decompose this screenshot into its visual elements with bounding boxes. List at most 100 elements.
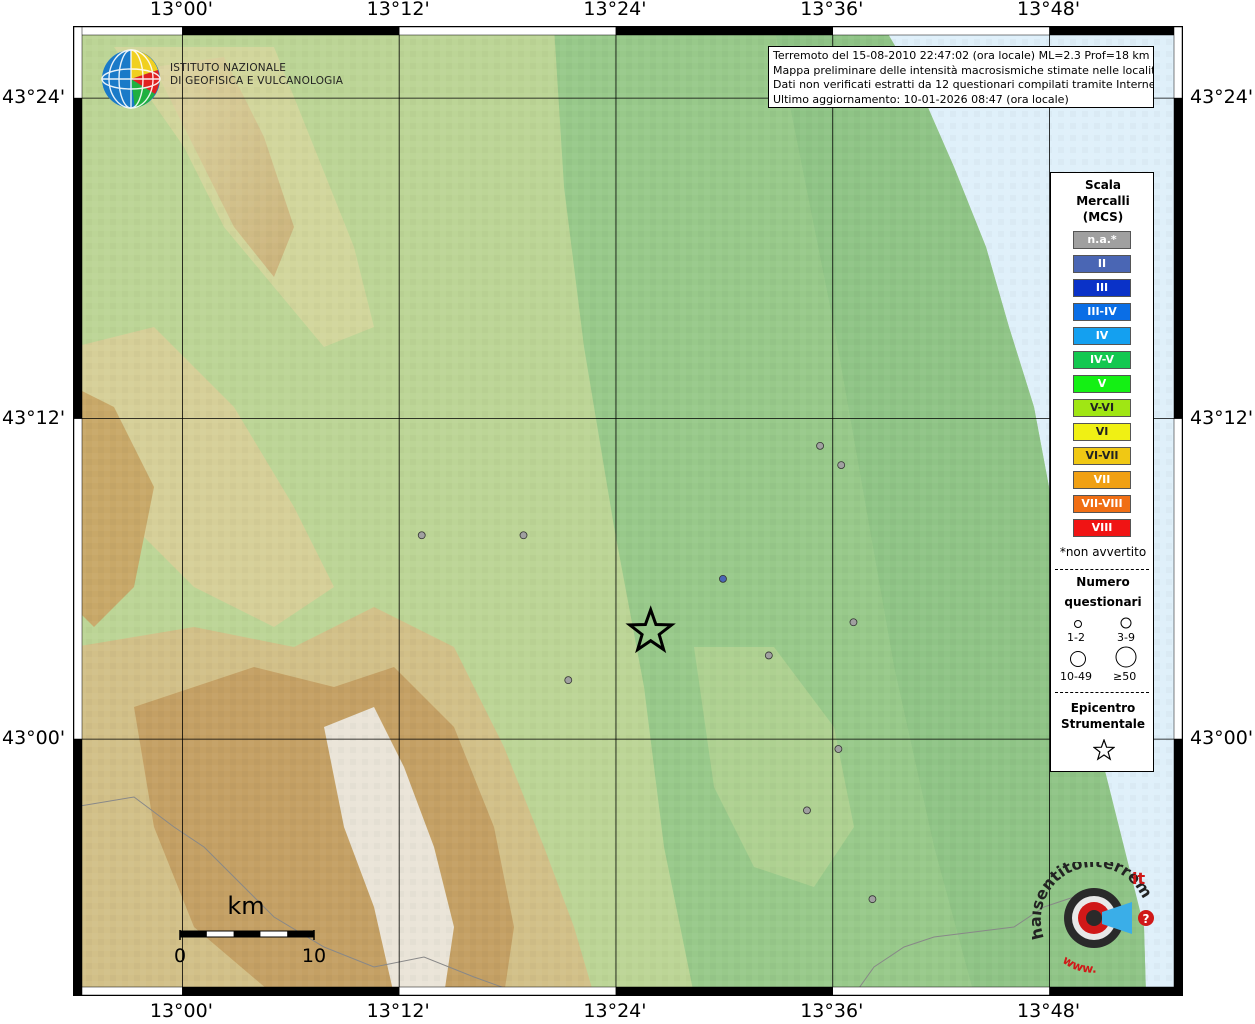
lat-label-right-2: 43°00' [1190,727,1254,750]
observation-point-0 [417,531,426,540]
haisentito-logo: ? haisentitoilterremoto. it www. [1032,862,1156,976]
not-felt-note: *non avvertito [1059,545,1147,559]
frame-bar-right-2 [1173,418,1182,740]
terrain-map[interactable] [74,27,1182,995]
lat-label-right-1: 43°12' [1190,406,1254,429]
legend-separator-1 [1055,569,1149,570]
lon-label-top-4: 13°48' [1016,0,1081,20]
event-info-line2: Mappa preliminare delle intensità macros… [773,63,1154,77]
frame-bar-top-5 [1049,27,1182,36]
legend-swatch-2: III [1073,279,1131,297]
legend-title-line2: Mercalli [1076,194,1130,208]
legend-title-line3: (MCS) [1082,210,1124,224]
logo-text-it: it [1132,869,1145,888]
frame-bar-top-4 [832,27,1050,36]
svg-text:www.: www. [1060,953,1097,976]
frame-bar-top-0 [74,27,183,36]
lat-label-right-0: 43°24' [1190,86,1254,109]
epicenter-title-line1: Epicentro [1070,701,1136,715]
legend-swatch-11: VII-VIII [1073,495,1131,513]
frame-bar-left-3 [74,738,83,995]
size-circle-3-9 [1120,617,1132,629]
lon-label-top-0: 13°00' [149,0,213,20]
event-info-line4: Ultimo aggiornamento: 10-01-2026 08:47 (… [773,92,1069,106]
frame-bar-right-1 [1173,97,1182,419]
count-title-line1: Numero [1076,575,1130,589]
frame-bar-right-0 [1173,27,1182,99]
lat-label-left-1: 43°12' [2,406,66,429]
observation-point-7 [564,676,573,685]
epicenter-title-line2: Strumentale [1060,717,1146,731]
lat-label-left-2: 43°00' [2,727,66,750]
observation-point-5 [837,461,846,469]
event-info-box: Terremoto del 15-08-2010 22:47:02 (ora l… [768,46,1154,108]
frame-bar-bottom-3 [615,986,834,995]
event-info-line1: Terremoto del 15-08-2010 22:47:02 (ora l… [773,49,1150,62]
size-circle-1-2 [1074,620,1082,628]
frame-bar-right-3 [1173,738,1182,995]
legend-swatch-10: VII [1073,471,1131,489]
terrain-texture [74,27,1182,995]
lon-label-bottom-1: 13°12' [366,1000,430,1022]
scale-start: 0 [174,945,186,967]
lon-label-bottom-3: 13°36' [800,1000,864,1022]
frame-bar-bottom-2 [398,986,617,995]
observation-point-1 [519,531,528,540]
ingv-name-line1: ISTITUTO NAZIONALE [170,62,287,74]
lon-label-top-3: 13°36' [800,0,864,20]
ingv-name: ISTITUTO NAZIONALE DI GEOFISICA E VULCAN… [170,62,343,88]
mcs-legend: Scala Mercalli (MCS) n.a.* II III III-IV IV I… [1050,172,1154,772]
frame-bar-bottom-4 [832,986,1050,995]
lon-label-bottom-2: 13°24' [583,1000,647,1022]
frame-bar-top-2 [398,27,617,36]
frame-bar-bottom-5 [1049,986,1182,995]
star-icon [1093,739,1115,761]
legend-swatch-12: VIII [1073,519,1131,537]
observation-point-8 [834,745,843,753]
frame-bar-bottom-0 [74,986,183,995]
ingv-name-line2: DI GEOFISICA E VULCANOLOGIA [170,75,344,87]
count-title-line2: questionari [1064,595,1142,609]
legend-separator-2 [1055,692,1149,693]
frame-bar-left-1 [74,97,83,419]
observation-point-2 [719,574,727,583]
legend-title-line1: Scala [1084,178,1122,192]
size-circle-10-49 [1070,651,1086,667]
lon-label-top-2: 13°24' [583,0,647,20]
size-label-2: 3-9 [1117,631,1135,644]
frame-bar-left-0 [74,27,83,99]
frame-bar-bottom-1 [182,986,400,995]
observation-point-9 [803,806,811,815]
lon-label-top-1: 13°12' [366,0,430,20]
scale-unit: km [227,892,264,920]
question-icon: ? [1143,912,1150,926]
legend-swatch-5: IV-V [1073,351,1131,369]
observation-point-6 [849,618,858,627]
frame-bar-top-1 [182,27,400,36]
observation-point-10 [868,895,877,904]
size-label-3: 10-49 [1060,670,1092,683]
lon-label-bottom-0: 13°00' [149,1000,213,1022]
observation-point-4 [816,441,824,450]
scale-end: 10 [302,945,326,967]
legend-swatch-9: VI-VII [1073,447,1131,465]
frame-bar-top-3 [615,27,834,36]
size-circle-50 [1115,646,1137,668]
logo-text-www: www. [1060,953,1097,976]
legend-swatch-0: n.a.* [1073,231,1131,249]
lon-label-bottom-4: 13°48' [1016,1000,1081,1022]
legend-swatch-4: IV [1073,327,1131,345]
size-label-4: ≥50 [1113,670,1137,683]
lat-label-left-0: 43°24' [2,86,66,109]
scale-bar: km 0 10 [174,892,326,967]
frame-bar-left-2 [74,418,83,740]
event-info-line3: Dati non verificati estratti da 12 quest… [773,78,1154,91]
ingv-globe-icon [101,49,161,109]
map-frame[interactable] [73,26,1183,996]
legend-swatch-3: III-IV [1073,303,1131,321]
legend-swatch-1: II [1073,255,1131,273]
legend-swatch-7: V-VI [1073,399,1131,417]
legend-swatch-8: VI [1073,423,1131,441]
legend-swatch-6: V [1073,375,1131,393]
size-label-1: 1-2 [1067,631,1085,644]
